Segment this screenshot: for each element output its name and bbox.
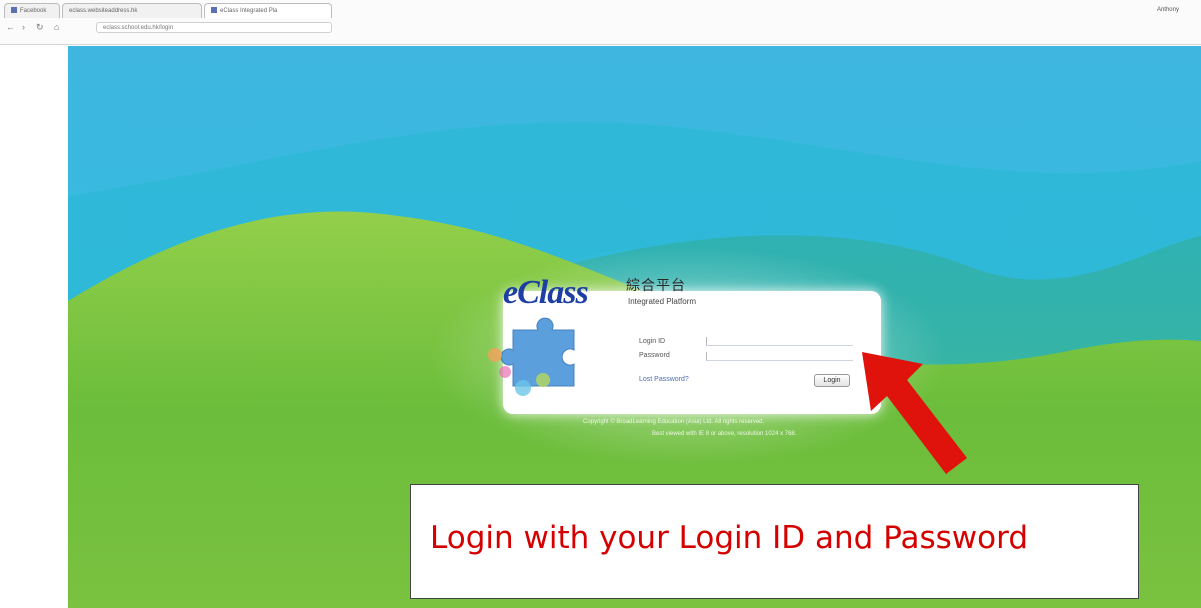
eclass-logo: eClass <box>503 274 589 311</box>
lost-password-link[interactable]: Lost Password? <box>639 376 689 383</box>
copyright-text: Copyright © BroadLearning Education (Asi… <box>583 419 765 425</box>
login-id-input[interactable] <box>706 337 853 346</box>
browser-toolbar: ← › ↻ ⌂ eclass.school.edu.hk/login <box>0 19 1201 37</box>
platform-subtitle: Integrated Platform <box>628 297 697 306</box>
reload-icon[interactable]: ↻ <box>36 20 44 34</box>
back-arrow-icon[interactable]: ← <box>6 20 15 34</box>
eclass-favicon-icon <box>211 7 217 13</box>
puzzle-graphic-icon <box>488 317 575 396</box>
tab-strip: Facebook eclass.websiteaddress.hk eClass… <box>0 0 1201 20</box>
browser-requirement-text: Best viewed with IE 8 or above, resoluti… <box>652 431 797 437</box>
browser-tab-facebook[interactable]: Facebook <box>4 3 60 18</box>
browser-tab-eclass-url[interactable]: eclass.websiteaddress.hk <box>62 3 202 18</box>
password-label: Password <box>639 352 670 359</box>
profile-name[interactable]: Anthony <box>1157 7 1179 13</box>
platform-title-chinese: 綜合平台 <box>626 277 686 293</box>
login-button[interactable]: Login <box>814 374 850 387</box>
instruction-callout-text: Login with your Login ID and Password <box>430 520 1028 556</box>
login-id-label: Login ID <box>639 338 666 345</box>
facebook-favicon-icon <box>11 7 17 13</box>
browser-chrome: Facebook eclass.websiteaddress.hk eClass… <box>0 0 1201 46</box>
tab-label: eclass.websiteaddress.hk <box>69 8 138 14</box>
toolbar-divider <box>0 44 1201 45</box>
home-icon[interactable]: ⌂ <box>54 20 59 34</box>
tab-label: eClass Integrated Pla <box>220 8 278 14</box>
browser-tab-eclass[interactable]: eClass Integrated Pla <box>204 3 332 18</box>
tab-label: Facebook <box>20 8 47 14</box>
password-input[interactable] <box>706 352 853 361</box>
address-bar[interactable]: eclass.school.edu.hk/login <box>96 22 332 33</box>
forward-arrow-icon[interactable]: › <box>22 20 25 34</box>
